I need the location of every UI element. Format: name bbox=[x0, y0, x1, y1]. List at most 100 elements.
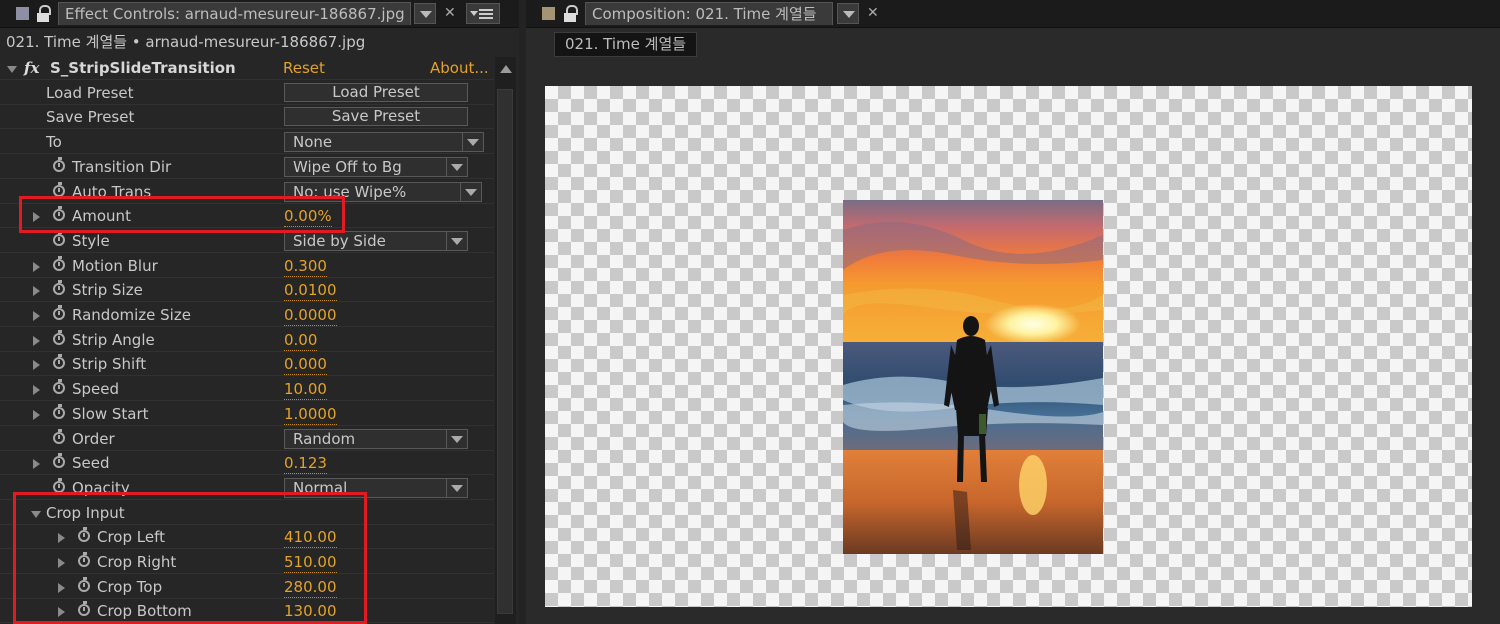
dropdown-icon bbox=[460, 182, 481, 201]
style-dropdown[interactable]: Side by Side bbox=[284, 230, 468, 251]
param-label: Save Preset bbox=[46, 108, 135, 127]
stopwatch-icon[interactable] bbox=[53, 255, 65, 271]
stopwatch-icon[interactable] bbox=[53, 181, 65, 197]
vertical-scrollbar[interactable] bbox=[495, 57, 516, 624]
strip-size-value[interactable]: 0.0100 bbox=[284, 280, 337, 302]
tab-dropdown-icon[interactable] bbox=[414, 3, 436, 24]
collapse-triangle-icon[interactable] bbox=[7, 66, 17, 73]
param-row-strip-shift: Strip Shift 0.000 bbox=[0, 352, 494, 377]
panel-menu-icon[interactable] bbox=[466, 3, 500, 24]
slow-start-value[interactable]: 1.0000 bbox=[284, 404, 337, 425]
tab-composition[interactable]: Composition: 021. Time 계열들 bbox=[585, 2, 833, 25]
highlight-box-amount bbox=[19, 196, 345, 233]
motion-blur-value[interactable]: 0.300 bbox=[284, 256, 327, 277]
highlight-box-crop-input bbox=[13, 492, 367, 624]
param-label: Strip Angle bbox=[72, 330, 155, 349]
param-row-transition-dir: Transition Dir Wipe Off to Bg bbox=[0, 155, 494, 179]
strip-shift-value[interactable]: 0.000 bbox=[284, 354, 327, 376]
expand-triangle-icon[interactable] bbox=[33, 311, 40, 321]
expand-triangle-icon[interactable] bbox=[33, 385, 40, 396]
save-preset-button[interactable]: Save Preset bbox=[284, 107, 468, 127]
dropdown-value: None bbox=[293, 133, 333, 152]
tab-effect-controls-label: Effect Controls: arnaud-mesureur-186867.… bbox=[65, 5, 405, 23]
about-link[interactable]: About... bbox=[430, 58, 489, 78]
strip-angle-value[interactable]: 0.00 bbox=[284, 330, 318, 351]
speed-value[interactable]: 10.00 bbox=[284, 379, 327, 401]
effect-header-row[interactable]: fx S_StripSlideTransition Reset About... bbox=[0, 56, 494, 80]
lock-icon[interactable] bbox=[35, 5, 51, 22]
seed-value[interactable]: 0.123 bbox=[284, 453, 327, 475]
expand-triangle-icon[interactable] bbox=[33, 409, 40, 420]
composition-viewer[interactable] bbox=[545, 86, 1472, 607]
effect-controls-subheader: 021. Time 계열들 • arnaud-mesureur-186867.j… bbox=[6, 33, 366, 51]
stopwatch-icon[interactable] bbox=[53, 453, 65, 469]
to-dropdown[interactable]: None bbox=[284, 132, 484, 153]
param-label: Style bbox=[72, 231, 110, 250]
stopwatch-icon[interactable] bbox=[53, 354, 65, 370]
expand-triangle-icon[interactable] bbox=[33, 459, 40, 470]
expand-triangle-icon[interactable] bbox=[33, 261, 40, 272]
param-row-slow-start: Slow Start 1.0000 bbox=[0, 402, 494, 426]
tab-effect-controls[interactable]: Effect Controls: arnaud-mesureur-186867.… bbox=[58, 2, 411, 25]
param-row-strip-angle: Strip Angle 0.00 bbox=[0, 328, 494, 352]
param-label: Strip Size bbox=[72, 281, 143, 300]
param-row-motion-blur: Motion Blur 0.300 bbox=[0, 254, 494, 278]
expand-triangle-icon[interactable] bbox=[33, 360, 40, 371]
close-icon[interactable]: ✕ bbox=[444, 4, 456, 22]
reset-link[interactable]: Reset bbox=[283, 58, 325, 78]
param-row-load-preset: Load Preset Load Preset bbox=[0, 81, 494, 105]
stopwatch-icon[interactable] bbox=[53, 280, 65, 296]
panel-color-swatch bbox=[16, 7, 29, 20]
tab-composition-label: Composition: 021. Time 계열들 bbox=[592, 5, 817, 23]
composition-panel: Composition: 021. Time 계열들 ✕ 021. Time 계… bbox=[526, 0, 1500, 624]
composition-nav-tab[interactable]: 021. Time 계열들 bbox=[554, 32, 698, 57]
param-label: Randomize Size bbox=[72, 306, 191, 324]
param-row-save-preset: Save Preset Save Preset bbox=[0, 105, 494, 130]
dropdown-value: Wipe Off to Bg bbox=[293, 157, 402, 176]
stopwatch-icon[interactable] bbox=[53, 305, 65, 320]
expand-triangle-icon[interactable] bbox=[33, 286, 40, 297]
scrollbar-thumb[interactable] bbox=[497, 89, 513, 614]
panel-color-swatch bbox=[542, 7, 555, 20]
effect-controls-panel: Effect Controls: arnaud-mesureur-186867.… bbox=[0, 0, 519, 624]
dropdown-value: Side by Side bbox=[293, 231, 386, 250]
param-label: Motion Blur bbox=[72, 256, 158, 275]
composition-tabbar: Composition: 021. Time 계열들 ✕ bbox=[526, 0, 1500, 28]
effect-name: S_StripSlideTransition bbox=[50, 59, 236, 77]
param-row-order: Order Random bbox=[0, 427, 494, 451]
lock-icon[interactable] bbox=[562, 5, 578, 22]
stopwatch-icon[interactable] bbox=[53, 403, 65, 419]
param-row-speed: Speed 10.00 bbox=[0, 377, 494, 402]
param-label: Order bbox=[72, 429, 115, 448]
load-preset-button[interactable]: Load Preset bbox=[284, 82, 468, 102]
randomize-size-value[interactable]: 0.0000 bbox=[284, 305, 337, 326]
expand-triangle-icon[interactable] bbox=[33, 335, 40, 346]
stopwatch-icon[interactable] bbox=[53, 230, 65, 246]
beach-sunset-photo bbox=[843, 200, 1103, 554]
param-label: Speed bbox=[72, 380, 120, 399]
param-label: Strip Shift bbox=[72, 355, 147, 374]
param-label: Slow Start bbox=[72, 404, 149, 423]
param-label: Transition Dir bbox=[72, 157, 172, 176]
transition-dir-dropdown[interactable]: Wipe Off to Bg bbox=[284, 156, 468, 177]
stopwatch-icon[interactable] bbox=[53, 428, 65, 444]
dropdown-icon bbox=[446, 231, 467, 250]
stopwatch-icon[interactable] bbox=[53, 329, 65, 345]
stopwatch-icon[interactable] bbox=[53, 156, 65, 172]
tab-dropdown-icon[interactable] bbox=[837, 3, 859, 24]
scroll-up-arrow-icon[interactable] bbox=[500, 65, 512, 73]
dropdown-icon bbox=[446, 429, 467, 448]
dropdown-value: Random bbox=[293, 429, 356, 448]
effect-controls-tabbar: Effect Controls: arnaud-mesureur-186867.… bbox=[0, 0, 519, 28]
param-row-strip-size: Strip Size 0.0100 bbox=[0, 278, 494, 303]
fx-icon[interactable]: fx bbox=[24, 58, 39, 78]
param-row-to: To None bbox=[0, 130, 494, 155]
stopwatch-icon[interactable] bbox=[53, 379, 65, 395]
close-icon[interactable]: ✕ bbox=[867, 4, 879, 22]
param-label: Seed bbox=[72, 454, 110, 473]
order-dropdown[interactable]: Random bbox=[284, 428, 468, 449]
dropdown-icon bbox=[446, 478, 467, 497]
param-row-seed: Seed 0.123 bbox=[0, 451, 494, 476]
param-label: Load Preset bbox=[46, 83, 134, 102]
param-label: To bbox=[46, 133, 62, 152]
